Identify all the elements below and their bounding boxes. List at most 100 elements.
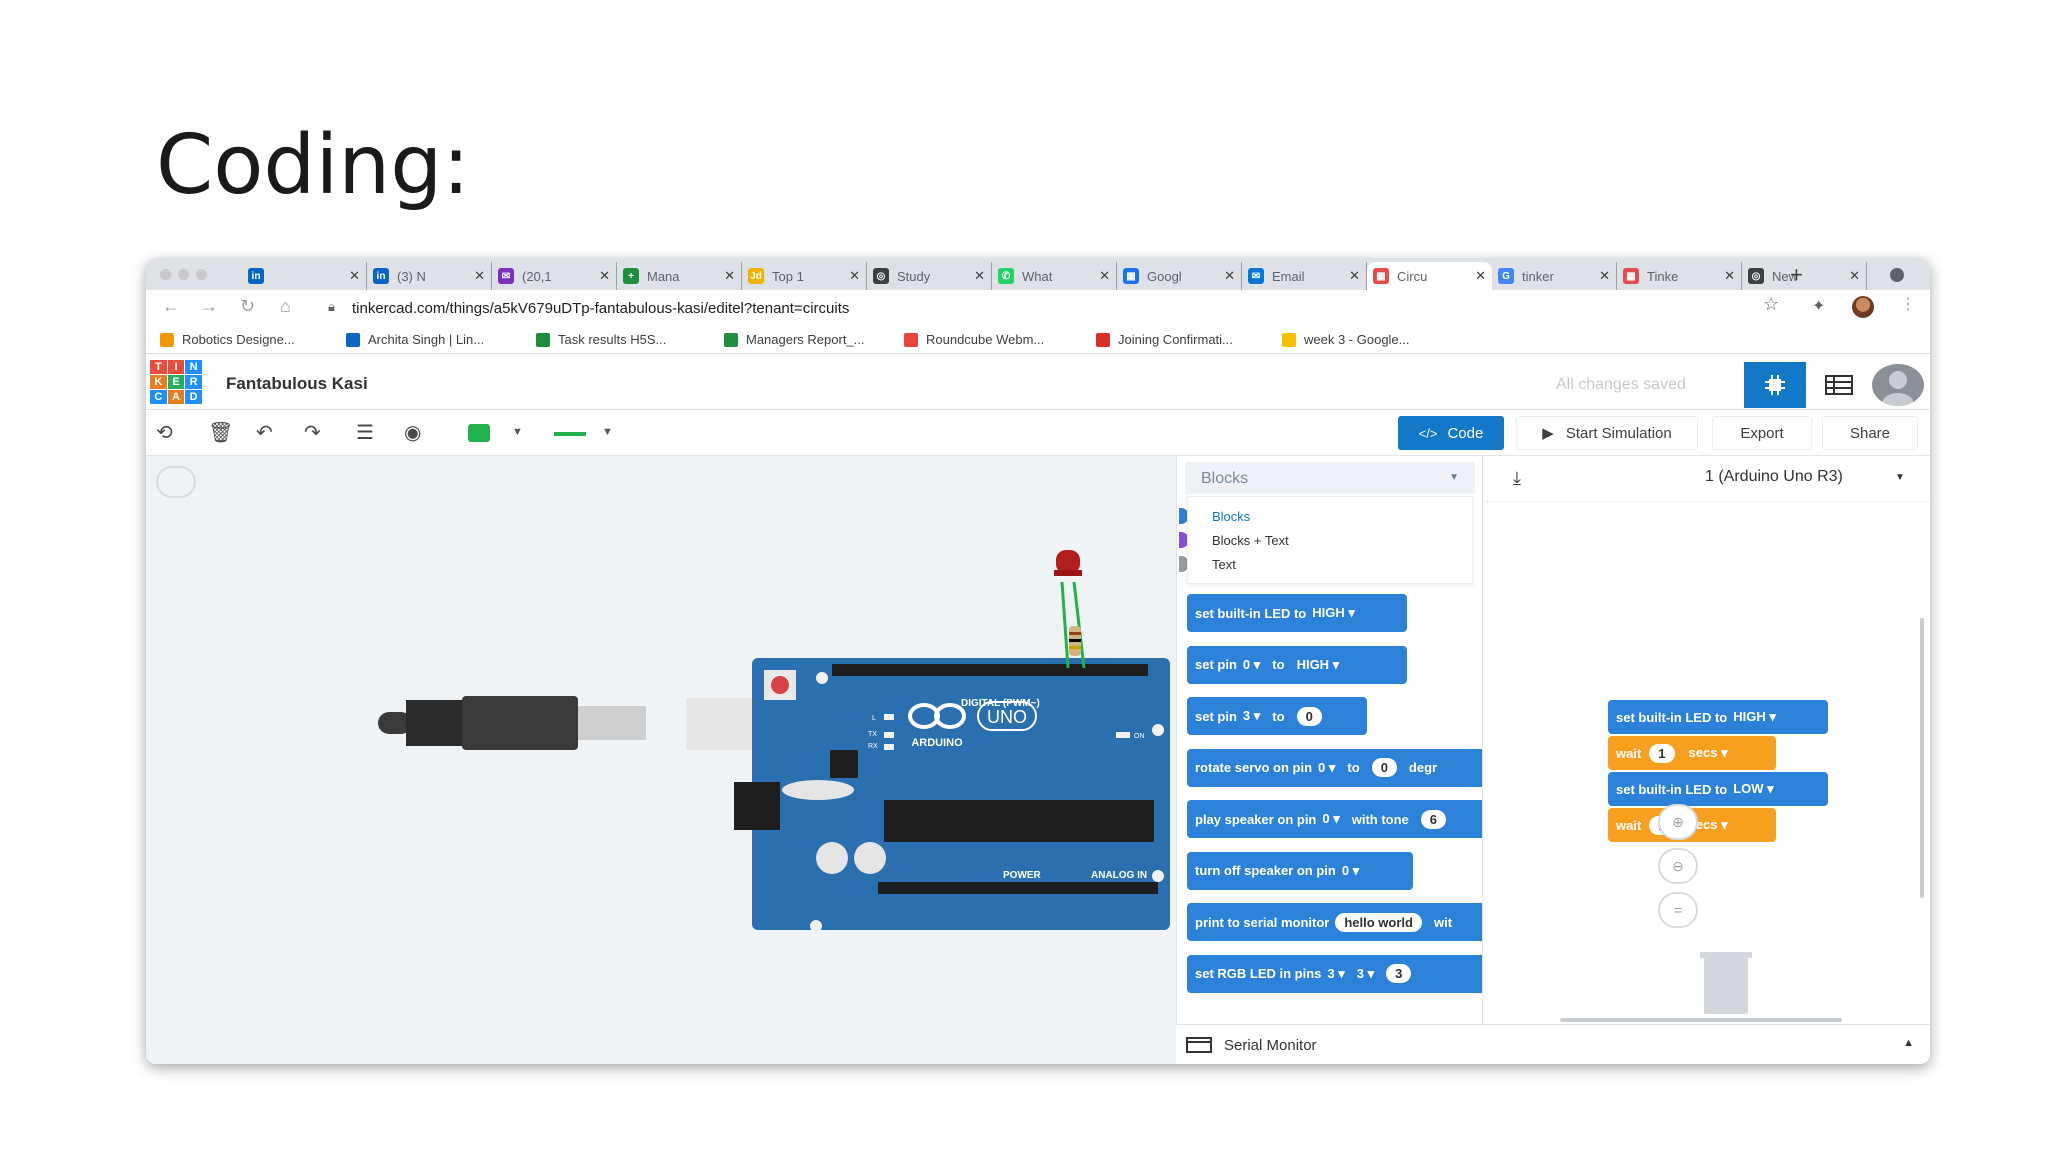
zoom-out-icon[interactable]: ⊖ <box>1658 848 1698 884</box>
block-input[interactable]: 6 <box>1420 809 1447 829</box>
block-input[interactable]: 3 <box>1386 964 1412 983</box>
browser-tab[interactable]: ✉ Email ✕ <box>1242 262 1367 290</box>
bookmark-item[interactable]: Managers Report_... <box>724 332 865 347</box>
undo-icon[interactable]: ↶ <box>256 420 273 445</box>
reload-icon[interactable]: ↻ <box>240 296 255 317</box>
wire-type-sample[interactable] <box>554 432 586 436</box>
block-text[interactable]: 0 ▾ <box>1318 760 1335 776</box>
browser-tab[interactable]: ▦ Tinke ✕ <box>1617 262 1742 290</box>
delete-icon[interactable]: 🗑︎ <box>208 420 233 445</box>
palette-block[interactable]: print to serial monitor hello world wit <box>1187 903 1482 941</box>
code-button[interactable]: </> Code <box>1398 416 1504 450</box>
browser-user-avatar[interactable] <box>1852 296 1874 318</box>
block-input[interactable]: 1 <box>1649 743 1675 763</box>
close-icon[interactable]: ✕ <box>349 268 360 284</box>
script-led-block[interactable]: set built-in LED to HIGH ▾ <box>1608 700 1828 734</box>
block-input[interactable]: hello world <box>1335 912 1422 932</box>
palette-block[interactable]: set pin 3 ▾ to 0 <box>1187 697 1367 735</box>
visibility-icon[interactable]: ◉ <box>404 420 421 445</box>
browser-tab[interactable]: in ✕ <box>242 262 367 290</box>
close-icon[interactable]: ✕ <box>1849 268 1860 284</box>
share-button[interactable]: Share <box>1822 416 1918 450</box>
project-name[interactable]: Fantabulous Kasi <box>226 374 368 394</box>
forward-icon[interactable]: → <box>200 296 218 317</box>
browser-tab[interactable]: in (3) N ✕ <box>367 262 492 290</box>
window-zoom-dot[interactable] <box>196 269 207 280</box>
block-text[interactable]: 3 ▾ <box>1327 966 1344 982</box>
close-icon[interactable]: ✕ <box>1224 268 1235 284</box>
chevron-down-icon[interactable]: ▼ <box>1895 472 1905 483</box>
block-input[interactable]: 0 <box>1296 706 1322 726</box>
block-text[interactable]: 0 ▾ <box>1342 863 1359 879</box>
block-text[interactable]: HIGH ▾ <box>1312 605 1355 621</box>
browser-tab[interactable]: + Mana ✕ <box>617 262 742 290</box>
close-icon[interactable]: ✕ <box>1349 268 1360 284</box>
browser-profile-icon[interactable] <box>1890 268 1904 282</box>
zoom-in-icon[interactable]: ⊕ <box>1658 804 1698 840</box>
browser-tab[interactable]: Gtinker ✕ <box>1492 262 1617 290</box>
palette-block[interactable]: set built-in LED to HIGH ▾ <box>1187 594 1407 632</box>
block-text[interactable]: 0 ▾ <box>1322 811 1339 827</box>
zoom-reset-icon[interactable]: = <box>1658 892 1698 928</box>
browser-tab[interactable]: ✆ What ✕ <box>992 262 1117 290</box>
horizontal-scrollbar[interactable] <box>1560 1018 1842 1022</box>
chevron-up-icon[interactable]: ▲ <box>1903 1037 1914 1049</box>
script-wait-block[interactable]: wait 1 secs ▾ <box>1608 736 1776 770</box>
window-close-dot[interactable] <box>160 269 171 280</box>
code-mode-option[interactable]: Blocks <box>1212 509 1250 524</box>
resistor[interactable] <box>1069 626 1081 656</box>
block-text[interactable]: HIGH ▾ <box>1297 657 1340 673</box>
palette-block[interactable]: play speaker on pin 0 ▾ with tone 6 <box>1187 800 1482 838</box>
device-select[interactable]: 1 (Arduino Uno R3) <box>1705 468 1843 486</box>
bookmark-item[interactable]: week 3 - Google... <box>1282 332 1410 347</box>
schematic-view-button[interactable] <box>1808 362 1870 408</box>
block-dropdown[interactable]: secs ▾ <box>1689 745 1728 761</box>
download-icon[interactable]: ⤓ <box>1513 468 1521 489</box>
close-icon[interactable]: ✕ <box>474 268 485 284</box>
close-icon[interactable]: ✕ <box>724 268 735 284</box>
export-button[interactable]: Export <box>1712 416 1812 450</box>
code-mode-option[interactable]: Text <box>1212 557 1236 572</box>
code-mode-select[interactable]: Blocks ▼ <box>1185 462 1475 494</box>
close-icon[interactable]: ✕ <box>1099 268 1110 284</box>
block-text[interactable]: 3 ▾ <box>1357 966 1374 982</box>
palette-block[interactable]: turn off speaker on pin 0 ▾ <box>1187 851 1413 890</box>
close-icon[interactable]: ✕ <box>1475 268 1486 284</box>
block-input[interactable]: 0 <box>1371 758 1397 777</box>
color-swatch[interactable] <box>468 424 490 442</box>
block-text[interactable]: 3 ▾ <box>1243 708 1260 724</box>
extensions-icon[interactable]: ✦ <box>1812 296 1825 316</box>
code-mode-option[interactable]: Blocks + Text <box>1212 533 1289 548</box>
color-dropdown-icon[interactable]: ▼ <box>512 426 523 438</box>
script-led-block[interactable]: set built-in LED to LOW ▾ <box>1608 772 1828 806</box>
trash-icon[interactable] <box>1700 952 1752 1014</box>
browser-tab[interactable]: ▦ Googl ✕ <box>1117 262 1242 290</box>
block-dropdown[interactable]: HIGH ▾ <box>1733 709 1776 725</box>
browser-menu-icon[interactable]: ⋮ <box>1900 294 1916 314</box>
serial-monitor-bar[interactable]: Serial Monitor ▲ <box>1176 1024 1930 1064</box>
usb-cable[interactable] <box>378 696 764 750</box>
close-icon[interactable]: ✕ <box>974 268 985 284</box>
red-led[interactable] <box>1054 550 1082 576</box>
notes-icon[interactable]: ☰ <box>356 420 374 445</box>
close-icon[interactable]: ✕ <box>599 268 610 284</box>
bookmark-item[interactable]: Roundcube Webm... <box>904 332 1044 347</box>
rotate-icon[interactable]: ⟲ <box>156 420 173 445</box>
palette-block[interactable]: rotate servo on pin 0 ▾ to 0 degr <box>1187 748 1482 787</box>
tinkercad-logo[interactable]: TIN KER CAD <box>150 360 202 404</box>
browser-tab[interactable]: Jd Top 1 ✕ <box>742 262 867 290</box>
browser-tab[interactable]: ▦ Circu ✕ <box>1367 262 1492 290</box>
window-minimize-dot[interactable] <box>178 269 189 280</box>
bookmark-item[interactable]: Robotics Designe... <box>160 332 295 347</box>
bookmark-item[interactable]: Task results H5S... <box>536 332 666 347</box>
close-icon[interactable]: ✕ <box>1724 268 1735 284</box>
palette-block[interactable]: set pin 0 ▾ to HIGH ▾ <box>1187 645 1407 684</box>
home-icon[interactable]: ⌂ <box>280 296 291 317</box>
palette-block[interactable]: set RGB LED in pins 3 ▾ 3 ▾ 3 <box>1187 954 1482 993</box>
arduino-board[interactable]: ARDUINO UNO DIGITAL (PWM~) POWER ANALOG … <box>734 658 1170 932</box>
new-tab-button[interactable]: + <box>1790 262 1803 288</box>
browser-tab[interactable]: ◎ Study ✕ <box>867 262 992 290</box>
bookmark-star-icon[interactable]: ☆ <box>1763 294 1779 315</box>
redo-icon[interactable]: ↷ <box>304 420 321 445</box>
browser-tab[interactable]: ✉ (20,1 ✕ <box>492 262 617 290</box>
